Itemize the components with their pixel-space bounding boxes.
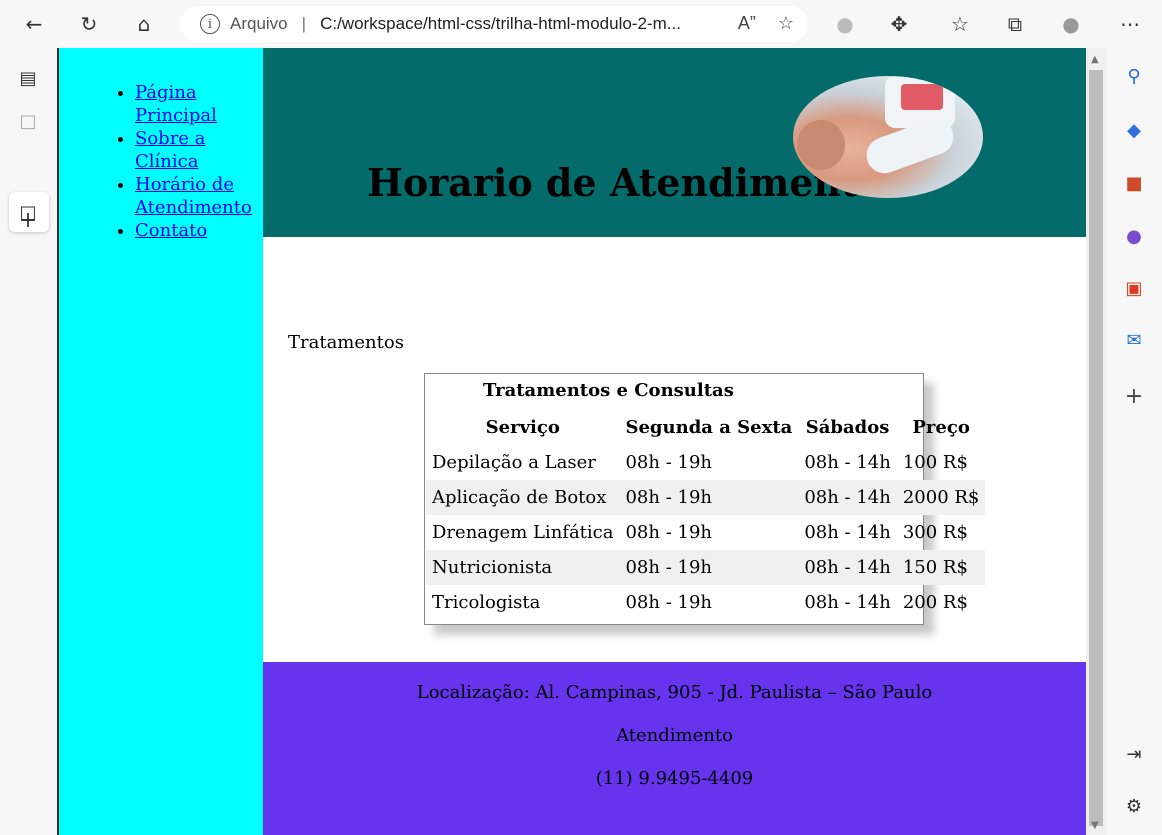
header-price: Preço [912,417,970,438]
cell-price: 150 R$ [896,550,986,585]
main-content: Tratamentos Tratamentos e Consultas Serv… [263,237,1086,662]
cell-price: 100 R$ [902,452,968,473]
tab-actions-icon[interactable]: ▤ [14,64,42,92]
header-weekdays: Segunda a Sexta [625,417,793,438]
read-aloud-icon[interactable]: A” [738,13,756,34]
footer-location: Localização: Al. Campinas, 905 - Jd. Pau… [416,682,933,703]
table-header-row: Serviço Segunda a Sexta Sábados Preço [426,410,985,445]
cell-saturdays: 08h - 14h [804,592,891,613]
address-prefix: Arquivo [230,14,288,33]
cell-saturdays: 08h - 14h [804,522,891,543]
nav-item-home: Página Principal [135,81,263,127]
web-page: Página Principal Sobre a Clínica Horário… [57,48,1086,835]
clinic-treatment-image [793,76,983,198]
edge-sidebar: ⚲ ◆ ■ ● ▣ ✉ + ⇥ ⚙ [1106,48,1162,835]
address-url[interactable]: C:/workspace/html-css/trilha-html-modulo… [320,14,681,34]
cell-weekdays: 08h - 19h [619,550,799,585]
nav-link-contact[interactable]: Contato [135,220,207,241]
page-footer: Localização: Al. Campinas, 905 - Jd. Pau… [263,662,1086,835]
header-saturdays: Sábados [805,417,890,438]
address-bar[interactable]: i Arquivo | C:/workspace/html-css/trilha… [180,6,808,42]
cell-price: 2000 R$ [896,480,986,515]
games-icon[interactable]: ● [1122,224,1146,248]
address-separator: | [301,14,307,33]
add-favorite-icon[interactable]: ☆ [778,13,794,34]
cell-saturdays: 08h - 14h [798,480,897,515]
sidebar-hide-icon[interactable]: ⇥ [1122,742,1146,766]
schedule-table: Serviço Segunda a Sexta Sábados Preço De… [426,410,986,620]
nav-item-hours: Horário de Atendimento [135,173,263,219]
cell-service: Drenagem Linfática [432,522,614,543]
schedule-table-box: Tratamentos e Consultas Serviço Segunda … [424,373,986,625]
refresh-icon[interactable]: ↻ [74,9,104,39]
footer-hours-label: Atendimento [616,725,733,746]
header-service: Serviço [485,417,560,438]
sidebar-nav: Página Principal Sobre a Clínica Horário… [57,48,263,835]
table-row: Depilação a Laser 08h - 19h 08h - 14h 10… [426,445,985,480]
cell-price: 200 R$ [902,592,968,613]
nav-list: Página Principal Sobre a Clínica Horário… [59,48,263,242]
cell-weekdays: 08h - 19h [625,452,713,473]
page-header: Horario de Atendimento [263,48,1086,237]
new-tab-add-icon[interactable]: + [14,206,42,234]
more-menu-icon[interactable]: ⋯ [1115,9,1145,39]
browser-toolbar: ← ↻ ⌂ i Arquivo | C:/workspace/html-css/… [0,0,1162,48]
table-row: Aplicação de Botox 08h - 19h 08h - 14h 2… [426,480,986,515]
home-icon[interactable]: ⌂ [129,9,159,39]
table-caption: Tratamentos e Consultas [483,380,734,401]
table-row: Nutricionista 08h - 19h 08h - 14h 150 R$ [426,550,986,585]
cell-weekdays: 08h - 19h [625,522,713,543]
cell-saturdays: 08h - 14h [804,452,891,473]
shopping-tag-icon[interactable]: ◆ [1122,118,1146,142]
cell-service: Depilação a Laser [432,452,596,473]
patient-face-shape [797,120,845,170]
info-icon[interactable]: i [200,14,220,34]
cell-weekdays: 08h - 19h [619,480,799,515]
scroll-down-arrow-icon[interactable]: ▼ [1091,820,1099,831]
section-title: Tratamentos [288,332,404,353]
footer-phone: (11) 9.9495-4409 [595,768,754,789]
extensions-icon[interactable]: ✥ [884,9,914,39]
nav-item-about: Sobre a Clínica [135,127,263,173]
vertical-tabs-bar: ▤ □ □ + [0,48,57,835]
nav-link-home[interactable]: Página Principal [135,82,217,126]
machine-screen-shape [901,84,943,110]
tools-icon[interactable]: ■ [1122,171,1146,195]
nav-link-about[interactable]: Sobre a Clínica [135,128,205,172]
nav-item-contact: Contato [135,219,263,242]
profile-avatar-icon[interactable]: ● [1056,9,1086,39]
settings-gear-icon[interactable]: ⚙ [1122,794,1146,818]
cell-price: 300 R$ [902,522,968,543]
table-row: Drenagem Linfática 08h - 19h 08h - 14h 3… [426,515,985,550]
search-icon[interactable]: ⚲ [1122,64,1146,88]
scroll-up-arrow-icon[interactable]: ▲ [1091,54,1099,65]
outlook-icon[interactable]: ✉ [1122,328,1146,352]
scroll-thumb[interactable] [1089,70,1103,826]
cell-service: Aplicação de Botox [426,480,620,515]
office-icon[interactable]: ▣ [1122,276,1146,300]
cell-service: Nutricionista [426,550,620,585]
add-sidebar-app-icon[interactable]: + [1122,384,1146,409]
collections-icon[interactable]: ⧉ [1000,9,1030,39]
tab-page-icon[interactable]: □ [14,107,42,135]
cell-service: Tricologista [432,592,541,613]
favorites-icon[interactable]: ☆ [945,9,975,39]
cell-weekdays: 08h - 19h [625,592,713,613]
back-arrow-icon[interactable]: ← [19,9,49,39]
page-scrollbar[interactable]: ▲ ▼ [1086,48,1106,835]
cell-saturdays: 08h - 14h [798,550,897,585]
nav-link-hours[interactable]: Horário de Atendimento [135,174,252,218]
tracking-icon[interactable]: ● [830,9,860,39]
table-row: Tricologista 08h - 19h 08h - 14h 200 R$ [426,585,985,620]
